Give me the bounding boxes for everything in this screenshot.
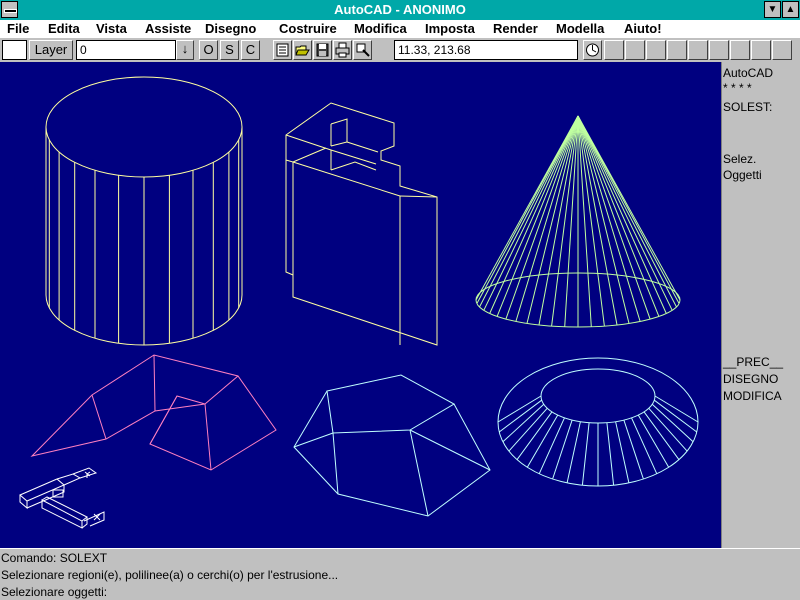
wireframe-edge (654, 399, 698, 433)
open-file-icon[interactable] (293, 40, 312, 60)
coords-button[interactable]: C (241, 40, 260, 60)
wireframe-edge (577, 115, 630, 324)
wireframe-edge (489, 115, 579, 314)
toolbar-blank-button[interactable] (688, 40, 708, 60)
side-menu-oggetti[interactable]: Oggetti (723, 168, 762, 182)
wireframe-edge (526, 115, 579, 324)
print-icon[interactable] (333, 40, 352, 60)
maximize-icon[interactable]: ▲ (782, 1, 799, 18)
menu-aiuto[interactable]: Aiuto! (624, 21, 662, 36)
wireframe-edge (502, 403, 545, 443)
wireframe-edge (637, 414, 670, 468)
side-menu-disegno[interactable]: DISEGNO (723, 372, 778, 386)
side-menu-header[interactable]: AutoCAD (723, 66, 773, 80)
extruded-block-wireframe[interactable] (285, 102, 438, 346)
layer-button[interactable]: Layer (29, 40, 73, 60)
wireframe-edge (538, 417, 565, 475)
toolbar-blank-button[interactable] (751, 40, 771, 60)
window-title: AutoCAD - ANONIMO (334, 2, 466, 17)
command-prompt[interactable]: Selezionare oggetti: (1, 585, 107, 599)
wireframe-edge (552, 419, 573, 480)
menu-edita[interactable]: Edita (48, 21, 80, 36)
side-menu-prec[interactable]: __PREC__ (723, 355, 783, 369)
pink-prism-wireframe[interactable] (30, 354, 277, 471)
toolbar-blank-button[interactable] (667, 40, 687, 60)
wireframe-edge (577, 115, 681, 301)
menu-render[interactable]: Render (493, 21, 538, 36)
dropdown-arrow-icon[interactable]: ↓ (176, 40, 194, 60)
ucs-axis-icon (19, 467, 105, 529)
wireframe-edge (566, 421, 581, 484)
menu-assiste[interactable]: Assiste (145, 21, 191, 36)
toolbar-blank-button[interactable] (730, 40, 750, 60)
wireframe-edge (651, 403, 694, 443)
side-menu-selez[interactable]: Selez. (723, 152, 756, 166)
truncated-cone-wireframe[interactable] (497, 357, 699, 487)
side-menu-modifica[interactable]: MODIFICA (723, 389, 782, 403)
menu-imposta[interactable]: Imposta (425, 21, 475, 36)
toolbar: Layer 0 ↓ O S C 11.33, 213.68 (0, 38, 800, 63)
preview-icon[interactable] (353, 40, 372, 60)
new-file-icon[interactable] (273, 40, 292, 60)
wireframe-edge (526, 414, 559, 468)
wireframe-edge (577, 115, 667, 314)
wireframe-edge (615, 421, 630, 484)
layer-select[interactable]: 0 (76, 40, 176, 60)
toolbar-blank-button[interactable] (772, 40, 792, 60)
wireframe-edge (538, 115, 579, 325)
command-history-line: Comando: SOLEXT (1, 551, 108, 565)
cone-wireframe[interactable] (475, 115, 681, 328)
side-menu-solest[interactable]: SOLEST: (723, 100, 772, 114)
wireframe-edge (498, 399, 542, 433)
command-history-line: Selezionare regioni(e), polilinee(a) o c… (1, 568, 339, 582)
menu-modifica[interactable]: Modifica (354, 21, 407, 36)
toolbar-blank-button[interactable] (604, 40, 624, 60)
minimize-icon[interactable]: ▼ (764, 1, 781, 18)
wireframe-edge (483, 115, 579, 311)
toolbar-blank-button[interactable] (709, 40, 729, 60)
drawing-canvas[interactable] (0, 62, 721, 548)
color-swatch[interactable] (2, 40, 27, 60)
wireframe-edge (631, 417, 658, 475)
wireframe-edge (606, 422, 615, 486)
wireframe-edge (581, 422, 590, 486)
ortho-button[interactable]: O (199, 40, 218, 60)
side-menu-stars[interactable]: * * * * (723, 81, 752, 95)
cylinder-wireframe[interactable] (45, 76, 243, 346)
wireframe-edge (476, 115, 579, 304)
frustum-wireframe[interactable] (293, 374, 491, 517)
wireframe-edge (577, 115, 673, 311)
toolbar-blank-button[interactable] (625, 40, 645, 60)
menu-disegno[interactable]: Disegno (205, 21, 256, 36)
menu-file[interactable]: File (7, 21, 29, 36)
wireframe-edge (577, 115, 618, 325)
screen-side-menu: AutoCAD * * * * SOLEST: Selez. Oggetti _… (721, 62, 800, 548)
menu-bar: File Edita Vista Assiste Disegno Costrui… (0, 20, 800, 39)
title-bar: AutoCAD - ANONIMO ▼ ▲ (0, 0, 800, 20)
wireframe-edge (623, 419, 644, 480)
undo-icon[interactable] (583, 40, 602, 60)
save-icon[interactable] (313, 40, 332, 60)
snap-button[interactable]: S (220, 40, 239, 60)
command-line-area[interactable]: Comando: SOLEXT Selezionare regioni(e), … (0, 548, 800, 600)
menu-modella[interactable]: Modella (556, 21, 604, 36)
menu-costruire[interactable]: Costruire (279, 21, 337, 36)
menu-vista[interactable]: Vista (96, 21, 127, 36)
coordinates-display: 11.33, 213.68 (394, 40, 578, 60)
toolbar-blank-button[interactable] (646, 40, 666, 60)
